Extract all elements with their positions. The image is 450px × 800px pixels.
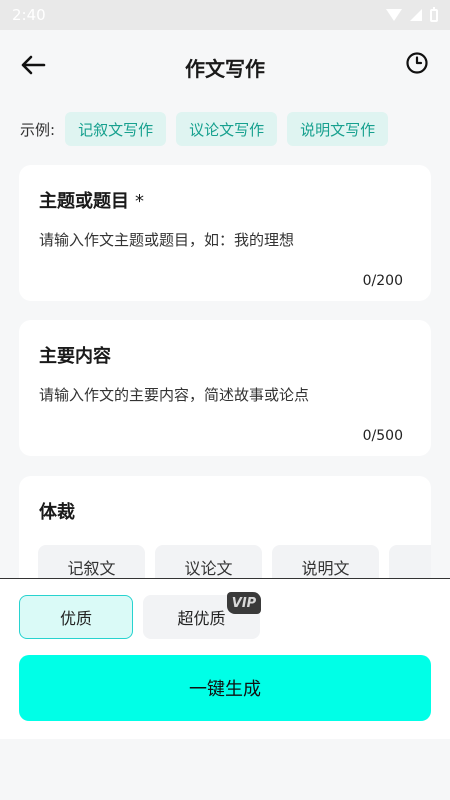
signal-icon <box>410 9 422 21</box>
topic-char-counter: 0/200 <box>362 273 403 289</box>
page-title: 作文写作 <box>185 57 265 81</box>
generate-button[interactable]: 一键生成 <box>19 655 431 721</box>
clock-icon <box>406 52 428 74</box>
examples-label: 示例: <box>20 120 56 139</box>
topic-title: 主题或题目 * <box>39 187 144 213</box>
content-input[interactable] <box>39 384 411 406</box>
example-chip-narrative[interactable]: 记叙文写作 <box>65 112 167 146</box>
quality-option-premium[interactable]: 超优质 VIP <box>143 592 261 639</box>
examples-row: 示例: 记叙文写作 议论文写作 说明文写作 <box>20 112 389 146</box>
genre-title: 体裁 <box>39 502 75 523</box>
status-bar: 2:40 <box>0 0 450 30</box>
wifi-icon <box>386 9 402 21</box>
content-card: 主要内容 0/500 <box>19 320 431 456</box>
example-chip-expository[interactable]: 说明文写作 <box>287 112 389 146</box>
history-button[interactable] <box>404 50 430 76</box>
status-icons <box>386 6 438 22</box>
vip-badge: VIP <box>227 592 261 614</box>
content-char-counter: 0/500 <box>362 428 403 444</box>
battery-icon <box>430 6 438 22</box>
content-title: 主要内容 <box>39 346 111 367</box>
topic-title-text: 主题或题目 <box>39 191 129 212</box>
required-mark: * <box>135 191 144 212</box>
topic-input[interactable] <box>39 229 411 251</box>
quality-option-standard[interactable]: 优质 <box>19 595 133 639</box>
bottom-panel: 优质 超优质 VIP 一键生成 <box>0 578 450 739</box>
app-header: 作文写作 <box>0 30 450 100</box>
example-chip-argumentative[interactable]: 议论文写作 <box>176 112 278 146</box>
status-time: 2:40 <box>12 6 46 24</box>
quality-option-premium-label: 超优质 <box>177 609 226 628</box>
topic-card: 主题或题目 * 0/200 <box>19 165 431 301</box>
